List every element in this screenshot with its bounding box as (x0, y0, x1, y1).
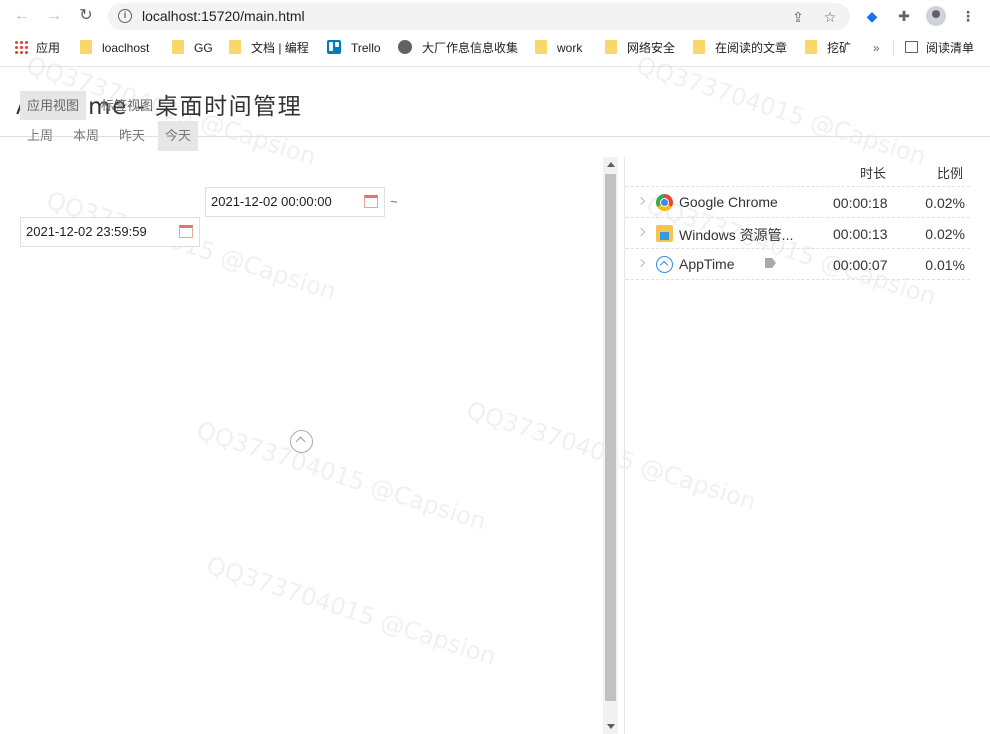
panel-divider (624, 157, 625, 734)
file-explorer-icon (656, 225, 673, 242)
calendar-icon[interactable] (364, 195, 378, 208)
browser-toolbar: ← → ↻ i localhost:15720/main.html ⇪ ☆ ◆ … (0, 0, 990, 33)
bookmark-apps[interactable]: 应用 (14, 39, 60, 57)
folder-icon (80, 40, 92, 54)
folder-icon (805, 40, 817, 54)
end-date-input[interactable]: 2021-12-02 23:59:59 (20, 217, 200, 247)
chrome-icon (656, 194, 673, 211)
apps-grid-icon (14, 40, 28, 54)
left-panel-scrollbar[interactable] (603, 157, 618, 734)
end-date-value: 2021-12-02 23:59:59 (26, 224, 147, 239)
folder-icon (605, 40, 617, 54)
scrollbar-thumb[interactable] (605, 174, 616, 701)
reading-list-button[interactable]: 阅读清单 (905, 39, 974, 57)
range-yesterday-button[interactable]: 昨天 (112, 121, 152, 151)
scroll-down-arrow-icon[interactable] (607, 724, 615, 729)
bookmark-loaclhost[interactable]: loaclhost (80, 39, 149, 57)
folder-icon (229, 40, 241, 54)
bookmark-reading[interactable]: 在阅读的文章 (693, 39, 787, 57)
tag-icon[interactable] (765, 258, 776, 268)
start-date-value: 2021-12-02 00:00:00 (211, 194, 332, 209)
range-today-button[interactable]: 今天 (158, 121, 199, 151)
folder-icon (693, 40, 705, 54)
start-date-input[interactable]: 2021-12-02 00:00:00 (205, 187, 385, 217)
tab-tag-view[interactable]: 标签视图 (94, 91, 160, 120)
menu-kebab-icon[interactable]: ⋮ (958, 6, 978, 26)
reading-list-icon (905, 41, 918, 53)
bookmarks-bar: 应用 loaclhost GG 文档 | 编程 Trello 大厂作息信息收集 … (0, 35, 990, 61)
bookmark-mining[interactable]: 挖矿 (805, 39, 851, 57)
calendar-icon[interactable] (179, 225, 193, 238)
trello-icon (327, 40, 341, 54)
scroll-up-arrow-icon[interactable] (607, 162, 615, 167)
column-header-ratio[interactable]: 比例 (937, 163, 963, 182)
bookmark-dachang[interactable]: 大厂作息信息收集 (398, 39, 518, 57)
app-name: Windows 资源管... (679, 227, 794, 243)
range-this-week-button[interactable]: 本周 (66, 121, 106, 151)
range-last-week-button[interactable]: 上周 (20, 121, 60, 151)
address-bar[interactable]: i localhost:15720/main.html ⇪ ☆ (108, 3, 850, 30)
watermark: QQ373704015 @Capsion (193, 415, 490, 537)
chevron-up-icon[interactable] (290, 430, 313, 453)
range-separator: ~ (390, 194, 398, 209)
expand-chevron-icon[interactable] (636, 227, 646, 237)
bookmarks-divider (893, 40, 894, 56)
extensions-puzzle-icon[interactable]: ✚ (894, 6, 914, 26)
app-ratio: 0.01% (925, 257, 965, 273)
watermark: QQ373704015 @Capsion (633, 50, 930, 172)
app-duration: 00:00:13 (833, 226, 888, 242)
folder-icon (535, 40, 547, 54)
bookmark-security[interactable]: 网络安全 (605, 39, 675, 57)
expand-chevron-icon[interactable] (636, 196, 646, 206)
url-text[interactable]: localhost:15720/main.html (142, 8, 305, 24)
app-name: Google Chrome (679, 194, 778, 210)
forward-icon[interactable]: → (44, 6, 64, 26)
app-name: AppTime (679, 256, 735, 272)
table-row[interactable]: AppTime 00:00:07 0.01% (626, 248, 970, 279)
app-ratio: 0.02% (925, 226, 965, 242)
folder-icon (172, 40, 184, 54)
expand-chevron-icon[interactable] (636, 258, 646, 268)
table-row[interactable]: Windows 资源管... 00:00:13 0.02% (626, 217, 970, 248)
extension-tag-icon[interactable]: ◆ (862, 6, 882, 26)
table-row[interactable]: Google Chrome 00:00:18 0.02% (626, 186, 970, 217)
share-icon[interactable]: ⇪ (789, 8, 807, 26)
bookmark-star-icon[interactable]: ☆ (821, 8, 839, 26)
app-duration: 00:00:18 (833, 195, 888, 211)
bookmark-trello[interactable]: Trello (327, 39, 381, 57)
column-header-duration[interactable]: 时长 (860, 163, 886, 182)
back-icon[interactable]: ← (12, 6, 32, 26)
app-page: QQ373704015 @Capsion QQ373704015 @Capsio… (0, 51, 990, 734)
tab-app-view[interactable]: 应用视图 (20, 91, 87, 120)
globe-icon (398, 40, 412, 54)
bookmarks-overflow-button[interactable]: » (873, 39, 880, 57)
bookmark-docs[interactable]: 文档 | 编程 (229, 39, 309, 57)
reload-icon[interactable]: ↻ (76, 6, 96, 26)
app-ratio: 0.02% (925, 195, 965, 211)
apptime-icon (656, 256, 673, 273)
watermark: QQ373704015 @Capsion (203, 550, 500, 672)
bookmark-gg[interactable]: GG (172, 39, 213, 57)
app-duration: 00:00:07 (833, 257, 888, 273)
profile-avatar[interactable] (926, 6, 946, 26)
table-bottom-border (626, 279, 970, 280)
site-info-icon[interactable]: i (118, 9, 132, 23)
bookmark-work[interactable]: work (535, 39, 582, 57)
